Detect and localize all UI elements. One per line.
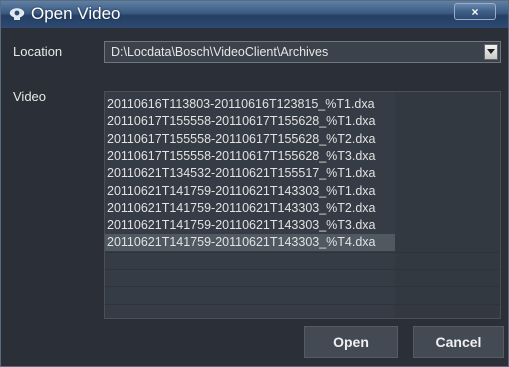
close-button[interactable]: × [454,3,496,20]
list-item[interactable]: 20110621T141759-20110621T143303_%T4.dxa [105,234,395,252]
dialog-title: Open Video [31,4,121,23]
video-label: Video [13,89,47,104]
title-bar[interactable]: Open Video × [1,1,508,28]
empty-list-row [105,303,500,318]
list-item[interactable]: 20110621T141759-20110621T143303_%T3.dxa [105,217,395,234]
list-item[interactable]: 20110621T141759-20110621T143303_%T1.dxa [105,183,395,200]
location-label: Location [13,44,63,59]
list-item[interactable]: 20110617T155558-20110617T155628_%T1.dxa [105,113,395,130]
location-value: D:\Locdata\Bosch\VideoClient\Archives [111,45,329,59]
empty-list-row [105,286,500,303]
list-item[interactable]: 20110621T141759-20110621T143303_%T2.dxa [105,200,395,217]
list-item[interactable]: 20110617T155558-20110617T155628_%T2.dxa [105,131,395,148]
video-file-list[interactable]: 20110616T113803-20110616T123815_%T1.dxa 2… [104,91,501,319]
list-item[interactable]: 20110617T155558-20110617T155628_%T3.dxa [105,148,395,165]
video-camera-icon [9,8,25,20]
list-item[interactable]: 20110616T113803-20110616T123815_%T1.dxa [105,96,395,113]
dropdown-button[interactable] [484,44,498,60]
location-dropdown[interactable]: D:\Locdata\Bosch\VideoClient\Archives [104,41,501,63]
cancel-button[interactable]: Cancel [413,326,504,358]
list-item[interactable]: 20110621T134532-20110621T155517_%T1.dxa [105,165,395,182]
empty-list-row [105,251,500,269]
empty-list-row [105,269,500,286]
chevron-down-icon [487,49,495,54]
open-video-dialog: Open Video × Location D:\Locdata\Bosch\V… [0,0,509,367]
open-button[interactable]: Open [304,326,398,358]
